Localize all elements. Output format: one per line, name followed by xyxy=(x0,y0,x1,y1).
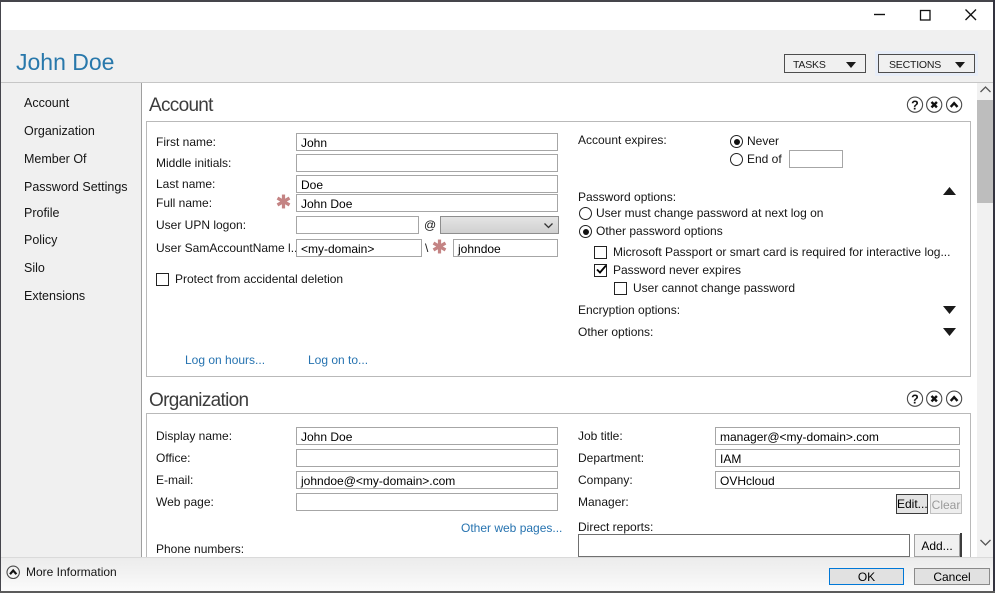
svg-text:?: ? xyxy=(911,98,919,112)
svg-text:?: ? xyxy=(911,392,919,406)
